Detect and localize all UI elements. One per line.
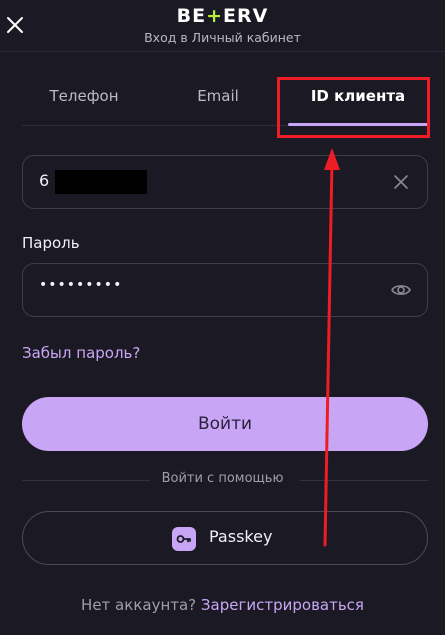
password-label: Пароль <box>22 234 80 252</box>
eye-icon <box>391 285 411 295</box>
show-password-button[interactable] <box>389 278 413 302</box>
signup-question: Нет аккаунта? <box>81 596 197 614</box>
signup-prompt: Нет аккаунта? Зарегистрироваться <box>0 596 445 614</box>
brand-logo: BE+ERV <box>0 5 445 27</box>
clear-input-button[interactable] <box>389 170 413 194</box>
clear-icon <box>394 175 408 189</box>
divider-text: Войти с помощью <box>161 471 284 486</box>
password-input[interactable]: ••••••••• <box>22 263 428 317</box>
password-value: ••••••••• <box>39 277 123 293</box>
logo-plus: + <box>206 5 224 27</box>
redaction-bar <box>55 170 147 194</box>
login-screen: BE+ERV Вход в Личный кабинет Телефон Ema… <box>0 0 445 635</box>
tab-email[interactable]: Email <box>156 87 280 105</box>
logo-part-2: ERV <box>223 5 269 27</box>
client-id-value: 6 <box>39 171 50 190</box>
signup-link[interactable]: Зарегистрироваться <box>201 596 364 614</box>
annotation-highlight-box <box>277 77 430 138</box>
client-id-input[interactable]: 6 <box>22 155 428 209</box>
key-icon <box>172 527 196 551</box>
forgot-password-link[interactable]: Забыл пароль? <box>22 344 140 362</box>
header: BE+ERV Вход в Личный кабинет <box>0 0 445 52</box>
login-button[interactable]: Войти <box>22 397 428 451</box>
logo-part-1: BE <box>176 5 207 27</box>
divider-line-right <box>300 480 428 481</box>
tab-phone[interactable]: Телефон <box>22 87 146 105</box>
page-subtitle: Вход в Личный кабинет <box>144 30 301 45</box>
passkey-button[interactable]: Passkey <box>22 511 428 565</box>
passkey-label: Passkey <box>209 527 273 546</box>
